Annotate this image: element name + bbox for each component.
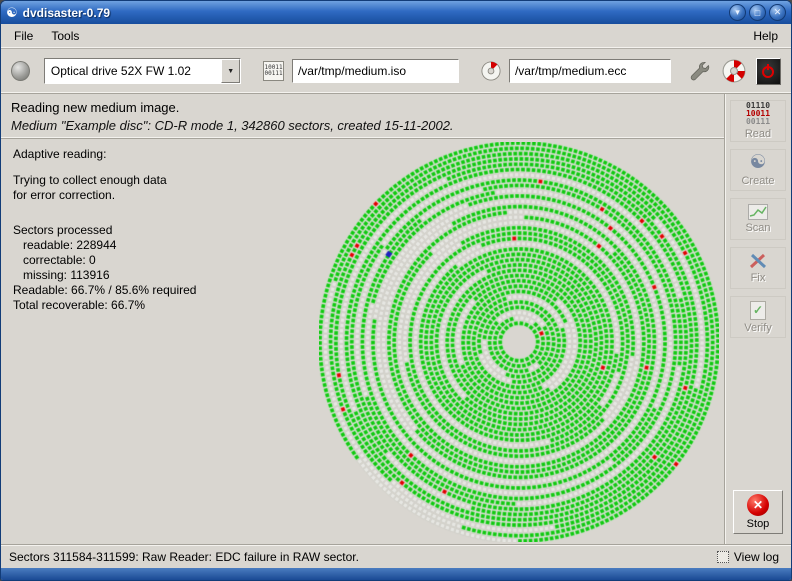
header: Reading new medium image. Medium "Exampl… bbox=[1, 94, 724, 139]
reading-stats: Adaptive reading: Trying to collect enou… bbox=[13, 147, 196, 313]
adaptive-title: Adaptive reading: bbox=[13, 147, 196, 162]
scan-label: Scan bbox=[745, 222, 770, 234]
processed-missing: missing: 113916 bbox=[13, 268, 196, 283]
verify-label: Verify bbox=[744, 322, 772, 334]
readable-summary: Readable: 66.7% / 85.6% required bbox=[13, 283, 196, 298]
view-log-label: View log bbox=[734, 550, 779, 564]
quit-button[interactable] bbox=[756, 58, 781, 85]
ecc-file-icon bbox=[481, 61, 501, 81]
total-summary: Total recoverable: 66.7% bbox=[13, 298, 196, 313]
create-button[interactable]: ☯ Create bbox=[730, 149, 786, 191]
scan-button[interactable]: Scan bbox=[730, 198, 786, 240]
fix-button[interactable]: Fix bbox=[730, 247, 786, 289]
verify-check-icon: ✓ bbox=[750, 301, 766, 320]
action-sidebar: 01110 10011 00111 Read ☯ Create Scan bbox=[724, 94, 791, 544]
stop-button[interactable]: ✕ Stop bbox=[733, 490, 783, 534]
ecc-file-input[interactable] bbox=[509, 59, 671, 83]
wrench-icon bbox=[689, 60, 711, 82]
window-controls: ▾ □ ✕ bbox=[729, 4, 786, 21]
menu-tools[interactable]: Tools bbox=[42, 26, 88, 46]
read-label: Read bbox=[745, 128, 771, 140]
toolbar: Optical drive 52X FW 1.02 ▼ 10011 00111 bbox=[1, 49, 791, 94]
read-binary-icon: 01110 10011 00111 bbox=[746, 102, 770, 126]
processed-title: Sectors processed bbox=[13, 223, 196, 238]
log-icon bbox=[717, 551, 729, 563]
create-label: Create bbox=[741, 175, 774, 187]
app-window: ☯ dvdisaster-0.79 ▾ □ ✕ File Tools Help … bbox=[0, 0, 792, 581]
titlebar[interactable]: ☯ dvdisaster-0.79 ▾ □ ✕ bbox=[1, 1, 791, 24]
status-title: Reading new medium image. bbox=[11, 99, 714, 117]
power-icon bbox=[760, 63, 776, 79]
menu-file[interactable]: File bbox=[5, 26, 42, 46]
adaptive-line1: Trying to collect enough data bbox=[13, 173, 196, 188]
reading-panel: Adaptive reading: Trying to collect enou… bbox=[1, 139, 724, 544]
app-icon: ☯ bbox=[6, 6, 18, 19]
content: Reading new medium image. Medium "Exampl… bbox=[1, 94, 791, 544]
read-button[interactable]: 01110 10011 00111 Read bbox=[730, 100, 786, 142]
processed-correctable: correctable: 0 bbox=[13, 253, 196, 268]
window-bottom-border bbox=[1, 568, 791, 580]
view-log-button[interactable]: View log bbox=[713, 549, 783, 565]
disc-logo-icon bbox=[722, 59, 746, 83]
adaptive-line2: for error correction. bbox=[13, 188, 196, 203]
verify-button[interactable]: ✓ Verify bbox=[730, 296, 786, 338]
processed-readable: readable: 228944 bbox=[13, 238, 196, 253]
stop-label: Stop bbox=[747, 518, 770, 530]
fix-label: Fix bbox=[751, 272, 766, 284]
yin-yang-icon: ☯ bbox=[749, 153, 766, 173]
image-file-icon: 10011 00111 bbox=[263, 61, 284, 81]
maximize-icon[interactable]: □ bbox=[749, 4, 766, 21]
content-main: Reading new medium image. Medium "Exampl… bbox=[1, 94, 724, 544]
sector-spiral bbox=[319, 142, 719, 542]
medium-info: Medium "Example disc": CD-R mode 1, 3428… bbox=[11, 117, 714, 134]
image-file-icon-bits: 00111 bbox=[265, 71, 283, 77]
menu-help[interactable]: Help bbox=[744, 26, 787, 46]
menubar: File Tools Help bbox=[1, 24, 791, 49]
preferences-button[interactable] bbox=[687, 57, 713, 85]
drive-select-value: Optical drive 52X FW 1.02 bbox=[45, 59, 221, 83]
close-icon[interactable]: ✕ bbox=[769, 4, 786, 21]
minimize-icon[interactable]: ▾ bbox=[729, 4, 746, 21]
tools-icon bbox=[748, 252, 768, 270]
scan-chart-icon bbox=[748, 204, 768, 220]
status-message: Sectors 311584-311599: Raw Reader: EDC f… bbox=[9, 550, 359, 564]
drive-select[interactable]: Optical drive 52X FW 1.02 ▼ bbox=[44, 58, 241, 84]
statusbar: Sectors 311584-311599: Raw Reader: EDC f… bbox=[1, 544, 791, 568]
window-title: dvdisaster-0.79 bbox=[23, 6, 110, 20]
image-file-input[interactable] bbox=[292, 59, 459, 83]
stop-x-icon: ✕ bbox=[747, 494, 769, 516]
drive-status-icon bbox=[11, 61, 30, 81]
dropdown-arrow-icon[interactable]: ▼ bbox=[221, 59, 240, 83]
dvdisaster-logo-button[interactable] bbox=[721, 57, 747, 85]
